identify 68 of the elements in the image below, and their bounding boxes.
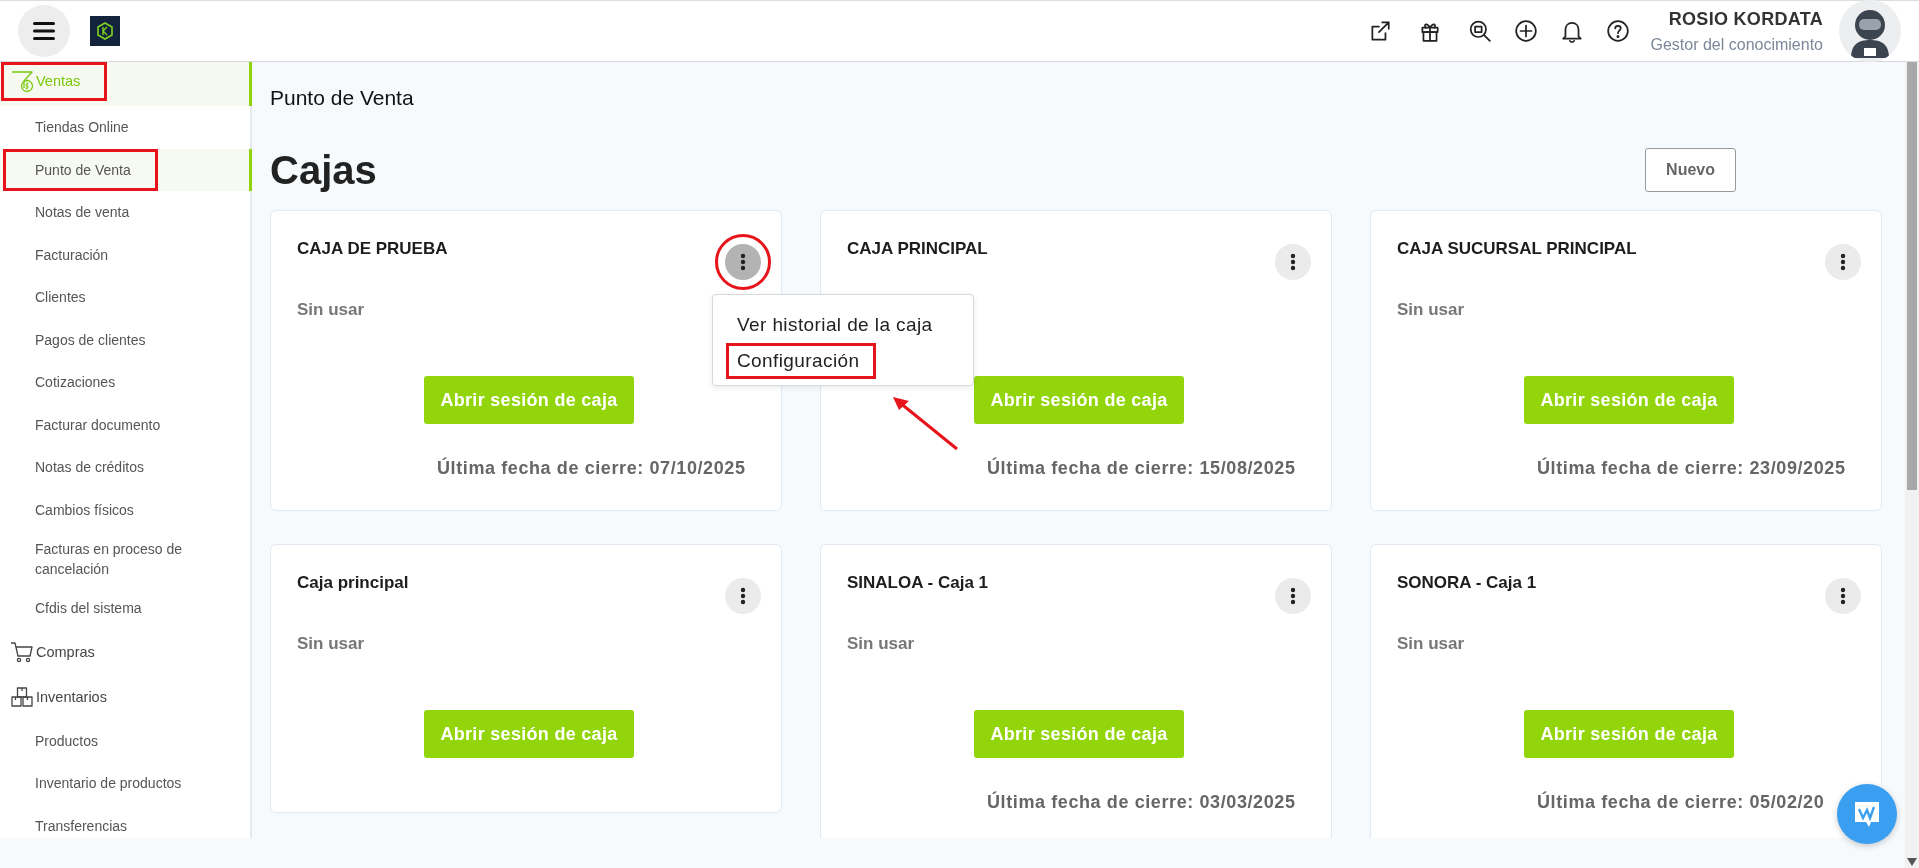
page-title: Punto de Venta xyxy=(270,85,415,111)
sidebar-item[interactable]: Notas de créditos xyxy=(0,446,252,489)
sidebar-item[interactable]: Productos xyxy=(0,719,252,762)
status-text: Sin usar xyxy=(847,634,916,655)
last-close-date: Última fecha de cierre: 15/08/2025 xyxy=(986,458,1297,479)
search-icon[interactable] xyxy=(1468,19,1493,43)
page-heading: Cajas xyxy=(270,147,377,193)
more-button[interactable] xyxy=(1825,578,1861,614)
sidebar-item[interactable]: Facturas en proceso de cancelación xyxy=(0,531,252,587)
sidebar-item[interactable]: Cfdis del sistema xyxy=(0,587,252,630)
more-icon xyxy=(740,587,746,605)
status-text: Sin usar xyxy=(297,300,366,321)
card-title: Caja principal xyxy=(297,573,409,593)
sidebar-item[interactable]: Clientes xyxy=(0,276,252,319)
last-close-date: Última fecha de cierre: 05/02/20 xyxy=(1536,792,1826,813)
last-close-date: Última fecha de cierre: 03/03/2025 xyxy=(986,792,1297,813)
status-text: Sin usar xyxy=(1397,300,1466,321)
more-button[interactable] xyxy=(1825,244,1861,280)
group-label: Inventarios xyxy=(36,688,107,705)
sidebar-item[interactable]: Cotizaciones xyxy=(0,361,252,404)
group-label: Ventas xyxy=(36,73,81,89)
group-label: Compras xyxy=(36,643,95,660)
scrollbar[interactable] xyxy=(1905,62,1919,868)
annotation-arrow xyxy=(891,395,959,451)
help-icon[interactable] xyxy=(1606,19,1631,43)
card-title: CAJA SUCURSAL PRINCIPAL xyxy=(1397,239,1637,259)
last-close-date: Última fecha de cierre: 07/10/2025 xyxy=(436,458,747,479)
sidebar-item[interactable]: Facturar documento xyxy=(0,403,252,446)
user-role: Gestor del conocimiento xyxy=(1650,35,1823,54)
menu-item[interactable]: Ver historial de la caja xyxy=(729,310,947,340)
status-text: Sin usar xyxy=(1397,634,1466,655)
bell-icon[interactable] xyxy=(1560,19,1585,43)
sidebar-item[interactable]: Facturación xyxy=(0,233,252,276)
more-icon xyxy=(1290,587,1296,605)
more-button[interactable] xyxy=(1275,578,1311,614)
sidebar-item[interactable]: Transferencias xyxy=(0,804,252,838)
more-button[interactable] xyxy=(1275,244,1311,280)
more-icon xyxy=(1840,587,1846,605)
sidebar-item[interactable]: Tiendas Online xyxy=(0,106,252,149)
add-icon[interactable] xyxy=(1514,19,1539,43)
boxes-icon xyxy=(10,684,34,709)
more-icon xyxy=(1290,253,1296,271)
menu-button[interactable] xyxy=(18,5,70,57)
card-title: CAJA PRINCIPAL xyxy=(847,239,988,259)
more-icon xyxy=(1840,253,1846,271)
sidebar-item[interactable]: Punto de Venta xyxy=(0,148,252,191)
card-title: CAJA DE PRUEBA xyxy=(297,239,448,259)
funnel-icon xyxy=(10,69,34,93)
new-button[interactable]: Nuevo xyxy=(1645,148,1736,192)
sidebar-group[interactable]: Compras xyxy=(0,629,252,675)
menu-icon xyxy=(33,22,55,40)
sidebar-item[interactable]: Cambios físicos xyxy=(0,488,252,531)
status-text: Sin usar xyxy=(297,634,366,655)
external-link-icon[interactable] xyxy=(1368,19,1393,43)
scroll-down-icon[interactable] xyxy=(1907,858,1917,866)
sidebar-item[interactable]: Notas de venta xyxy=(0,191,252,234)
cart-icon xyxy=(10,639,34,664)
card-title: SINALOA - Caja 1 xyxy=(847,573,989,593)
last-close-date: Última fecha de cierre: 23/09/2025 xyxy=(1536,458,1847,479)
sidebar-group[interactable]: Inventarios xyxy=(0,674,252,720)
menu-item[interactable]: Configuración xyxy=(729,346,874,376)
more-button[interactable] xyxy=(725,578,761,614)
logo-icon[interactable] xyxy=(90,16,120,46)
sidebar-item[interactable]: Pagos de clientes xyxy=(0,318,252,361)
sidebar-item[interactable]: Inventario de productos xyxy=(0,762,252,805)
card-title: SONORA - Caja 1 xyxy=(1397,573,1537,593)
user-name: ROSIO KORDATA xyxy=(1668,8,1823,30)
more-icon xyxy=(740,253,746,271)
